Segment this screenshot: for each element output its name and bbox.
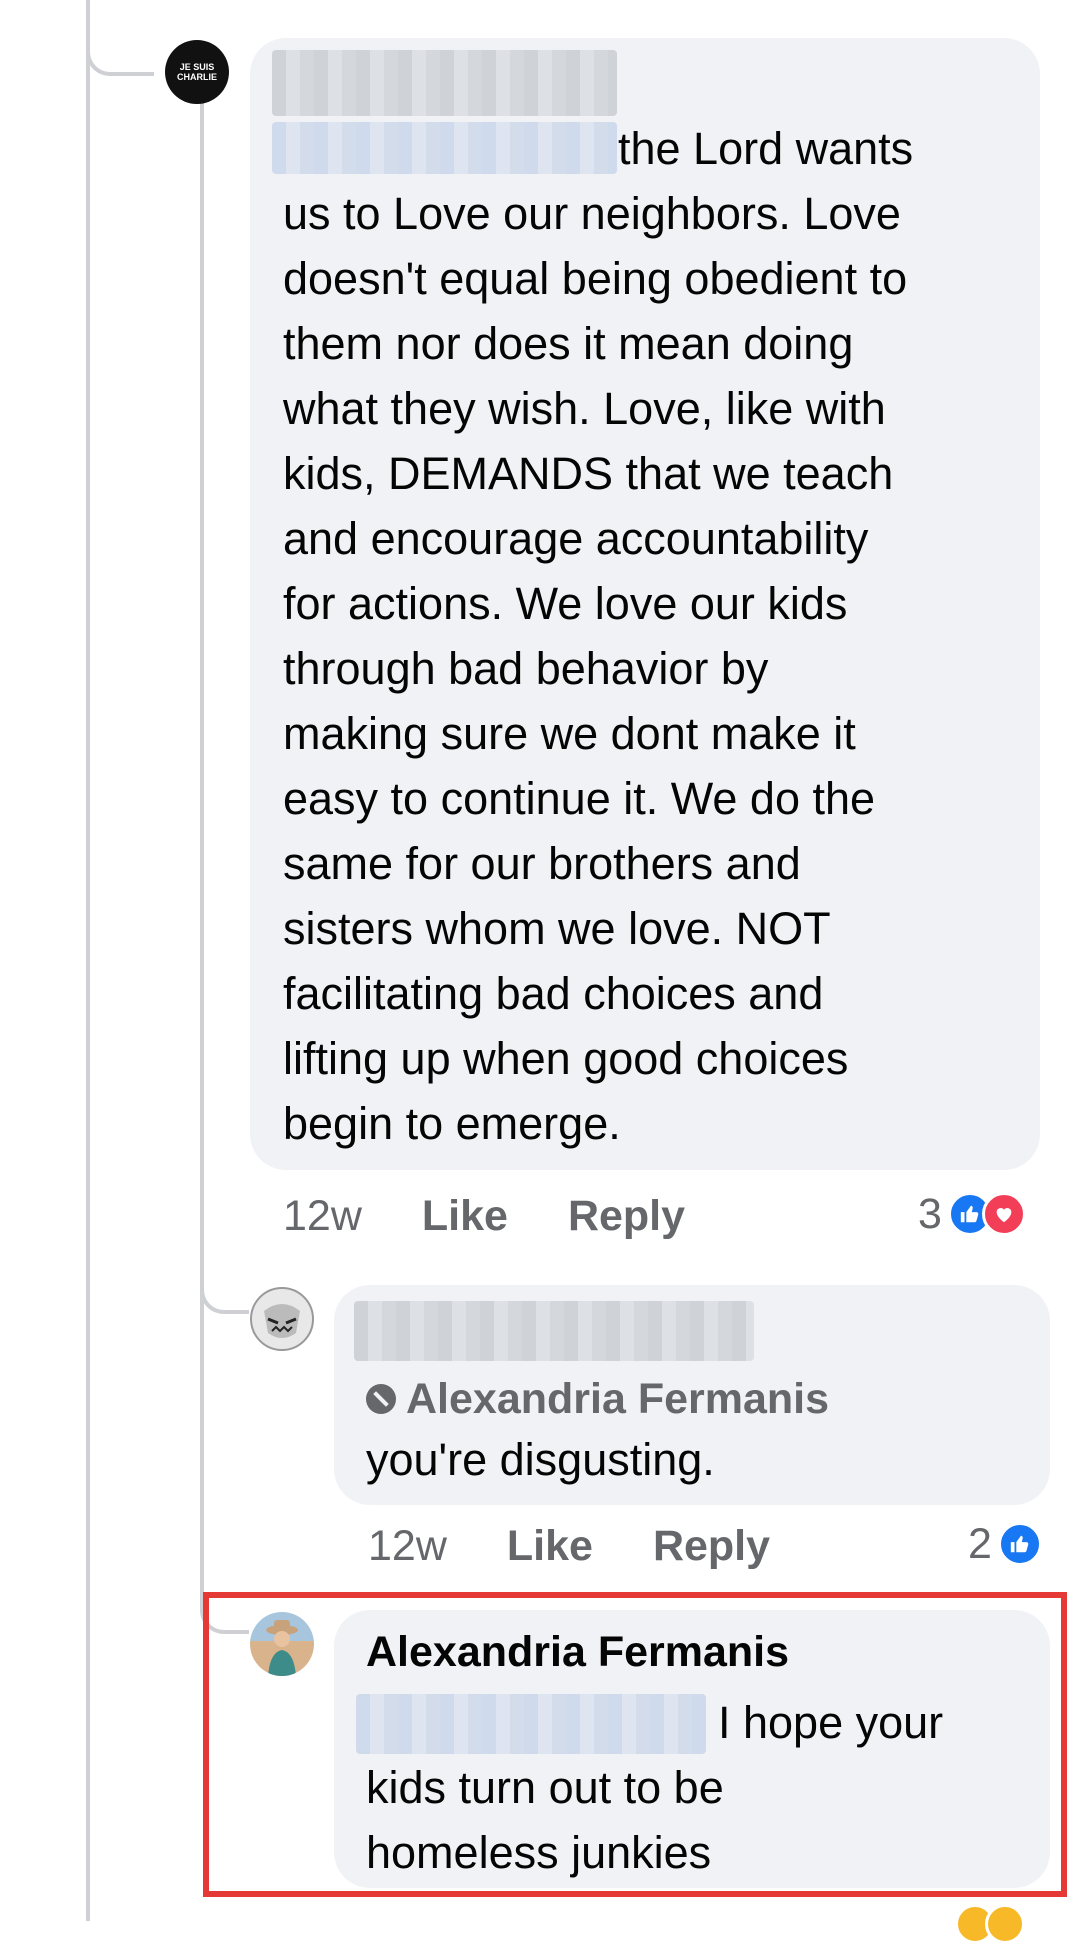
- redacted-author-name: [272, 50, 617, 116]
- comment-text-start: I hope your: [718, 1697, 944, 1748]
- thread-line-inner: [200, 95, 204, 1605]
- comment-bubble: the Lord wants us to Love our neighbors.…: [250, 38, 1040, 1170]
- comment-text-start: the Lord wants: [618, 123, 914, 174]
- reply-button[interactable]: Reply: [568, 1192, 685, 1241]
- wow-reaction-icon: [985, 1904, 1025, 1944]
- avatar[interactable]: [250, 1612, 314, 1676]
- person-photo-icon: [266, 1620, 298, 1676]
- comment-text: us to Love our neighbors. Love doesn't e…: [283, 188, 908, 1149]
- mask-icon: [252, 1289, 312, 1349]
- love-reaction-icon: [981, 1192, 1026, 1236]
- mention-name: Alexandria Fermanis: [406, 1374, 830, 1423]
- thread-line-outer: [86, 0, 90, 1921]
- reaction-count: 3: [918, 1189, 942, 1238]
- comment-meta: 12w Like Reply: [368, 1516, 770, 1576]
- thread-connector-2: [200, 1240, 249, 1314]
- reply-bubble: Alexandria Fermanis you're disgusting.: [334, 1285, 1050, 1505]
- thread-connector-1: [86, 0, 154, 76]
- like-button[interactable]: Like: [507, 1522, 593, 1571]
- avatar[interactable]: [250, 1287, 314, 1351]
- timestamp[interactable]: 12w: [283, 1192, 362, 1241]
- comment-meta: 12w Like Reply: [283, 1186, 685, 1246]
- reaction-summary[interactable]: 3: [918, 1184, 1026, 1244]
- like-button[interactable]: Like: [422, 1192, 508, 1241]
- reaction-summary[interactable]: 2: [968, 1514, 1042, 1574]
- reply-button[interactable]: Reply: [653, 1522, 770, 1571]
- comment-author[interactable]: Alexandria Fermanis: [366, 1628, 789, 1677]
- redacted-mention: [272, 122, 617, 174]
- avatar[interactable]: JE SUIS CHARLIE: [165, 40, 229, 104]
- timestamp[interactable]: 12w: [368, 1522, 447, 1571]
- reaction-count: 2: [968, 1519, 992, 1568]
- avatar-label: JE SUIS CHARLIE: [177, 62, 217, 82]
- redacted-author-name: [354, 1301, 754, 1361]
- comment-text: you're disgusting.: [366, 1434, 715, 1485]
- blocked-user-icon: [366, 1384, 396, 1414]
- mention-link[interactable]: Alexandria Fermanis: [366, 1371, 829, 1427]
- reaction-summary[interactable]: [955, 1904, 1025, 1944]
- comment-text: kids turn out to be homeless junkies: [366, 1762, 724, 1878]
- reply-bubble: Alexandria Fermanis I hope your kids tur…: [334, 1610, 1050, 1888]
- redacted-mention: [356, 1694, 706, 1754]
- like-reaction-icon: [997, 1522, 1042, 1566]
